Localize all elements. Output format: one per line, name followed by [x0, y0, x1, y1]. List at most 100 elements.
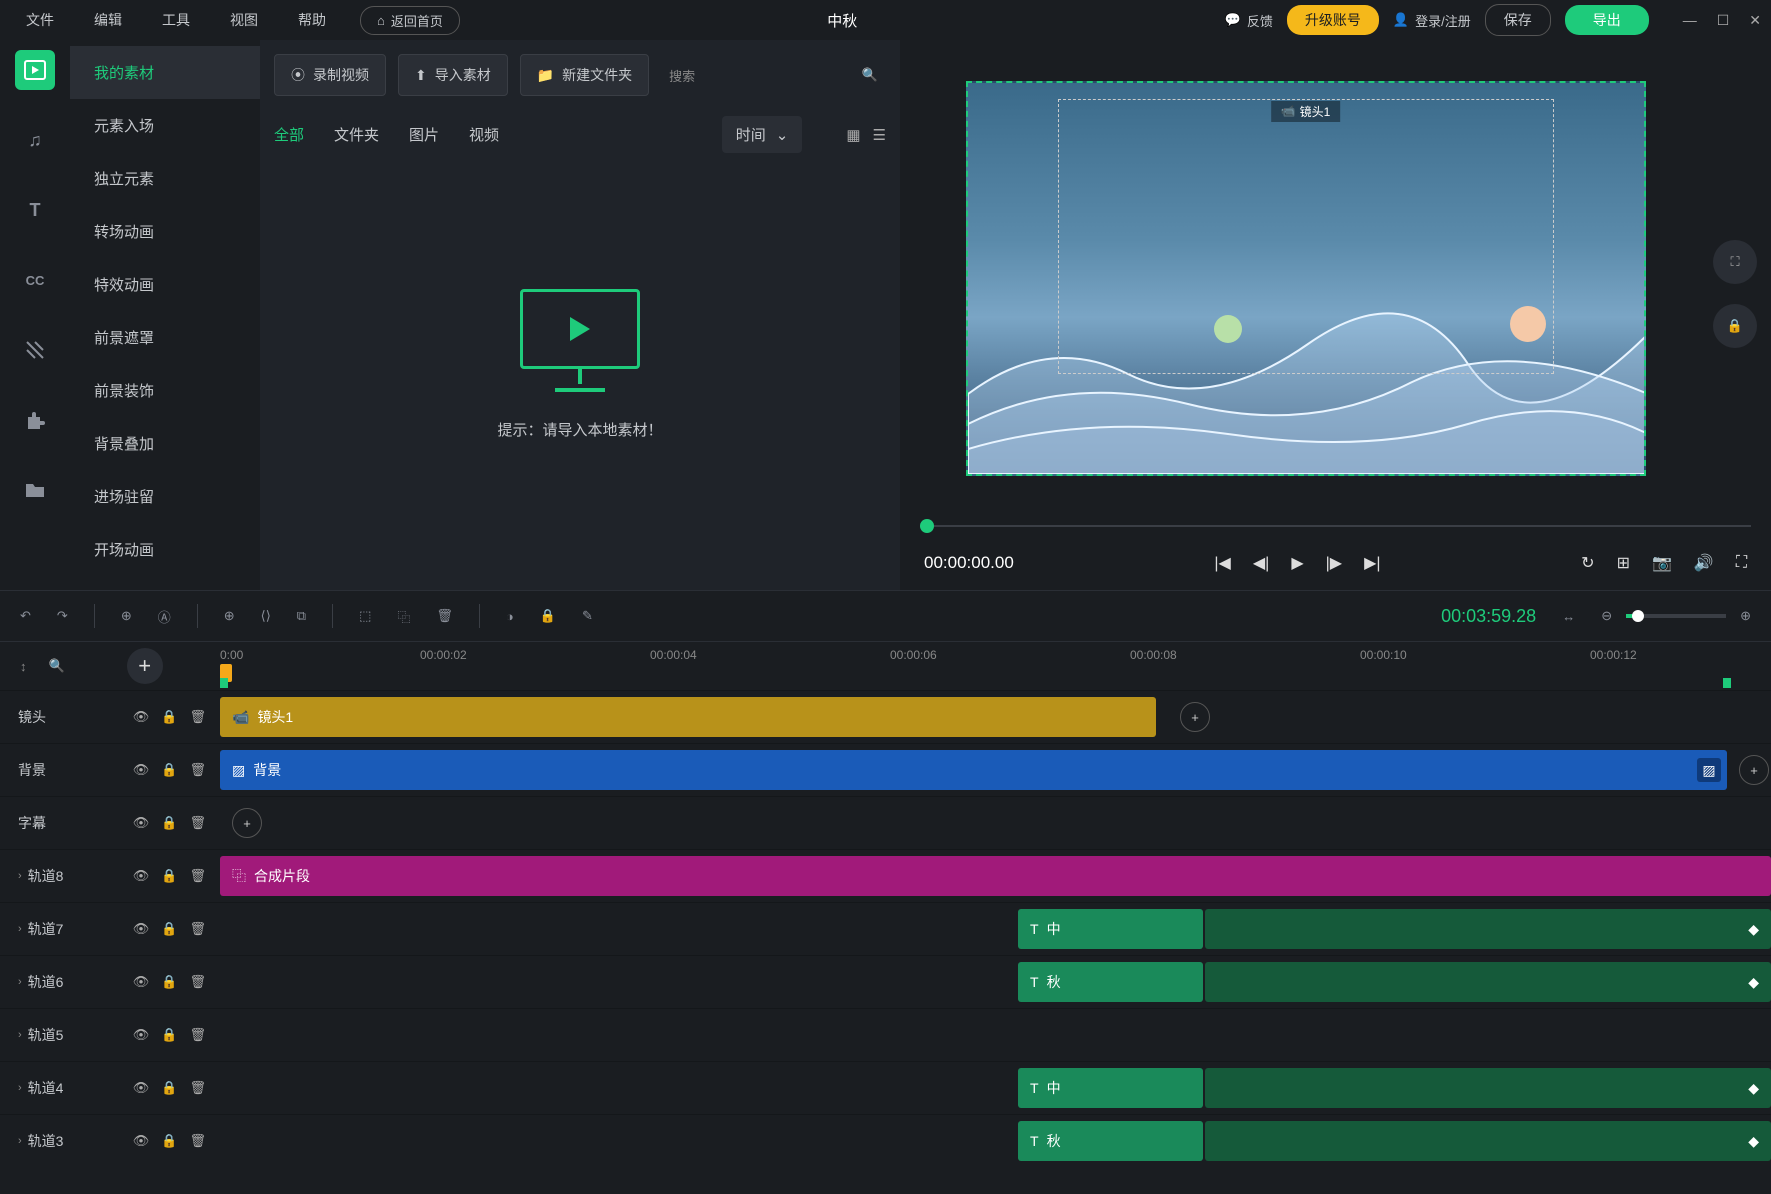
auto-button[interactable]: Ⓐ	[158, 607, 171, 626]
rail-audio[interactable]: ♫	[15, 120, 55, 160]
add-track-button[interactable]: +	[127, 648, 163, 684]
visibility-toggle[interactable]: 👁	[133, 1080, 150, 1096]
lock-toggle[interactable]: 🔒	[161, 868, 177, 884]
magnify-icon[interactable]: 🔍	[49, 658, 65, 674]
zoom-out-button[interactable]: ⊖	[1601, 608, 1612, 624]
login-button[interactable]: 👤 登录/注册	[1393, 11, 1471, 30]
lock-toggle[interactable]: 🔒	[161, 921, 177, 937]
expand-icon[interactable]: ›	[18, 923, 22, 935]
visibility-toggle[interactable]: 👁	[133, 709, 150, 725]
expand-icon[interactable]: ›	[18, 870, 22, 882]
import-button[interactable]: ⬆导入素材	[398, 54, 508, 96]
rail-plugin[interactable]	[15, 400, 55, 440]
time-ruler[interactable]: 0:00 00:00:02 00:00:04 00:00:06 00:00:08…	[220, 642, 1771, 690]
add-subtitle-clip[interactable]: +	[232, 808, 262, 838]
crop-button[interactable]: ⬚	[359, 608, 371, 624]
fullscreen-button[interactable]: ⛶	[1736, 554, 1747, 572]
fit-screen-button[interactable]: ⛶	[1713, 240, 1757, 284]
cat-standalone[interactable]: 独立元素	[70, 152, 260, 205]
lock-toggle[interactable]: 🔒	[161, 1080, 177, 1096]
play-button[interactable]: ▶	[1291, 553, 1303, 573]
rail-caption[interactable]: CC	[15, 260, 55, 300]
tab-folder[interactable]: 文件夹	[334, 124, 379, 145]
clip-t3-cont[interactable]: ◆	[1205, 1121, 1771, 1161]
scrub-handle[interactable]	[920, 519, 934, 533]
expand-icon[interactable]: ›	[18, 1135, 22, 1147]
menu-tools[interactable]: 工具	[146, 4, 206, 36]
minimize-button[interactable]: —	[1683, 12, 1697, 29]
expand-icon[interactable]: ›	[18, 976, 22, 988]
new-folder-button[interactable]: 📁新建文件夹	[520, 54, 649, 96]
clip-t7-cont[interactable]: ◆	[1205, 909, 1771, 949]
mirror-button[interactable]: ⧉	[297, 608, 306, 624]
cat-fx[interactable]: 特效动画	[70, 258, 260, 311]
target-button[interactable]: ⊕	[224, 608, 235, 624]
rail-media[interactable]	[15, 50, 55, 90]
maximize-button[interactable]: ☐	[1717, 12, 1730, 29]
record-button[interactable]: ⦿录制视频	[274, 54, 386, 96]
cat-bg-overlay[interactable]: 背景叠加	[70, 417, 260, 470]
delete-track[interactable]: 🗑	[189, 1080, 206, 1096]
visibility-toggle[interactable]: 👁	[133, 762, 150, 778]
split-button[interactable]: ⟨⟩	[261, 608, 271, 624]
visibility-toggle[interactable]: 👁	[133, 974, 150, 990]
lock-toggle[interactable]: 🔒	[161, 974, 177, 990]
visibility-toggle[interactable]: 👁	[133, 1133, 150, 1149]
add-camera-clip[interactable]: +	[1180, 702, 1210, 732]
next-frame-button[interactable]: |▶	[1326, 553, 1342, 573]
add-bg-clip[interactable]: +	[1739, 755, 1769, 785]
visibility-toggle[interactable]: 👁	[133, 921, 150, 937]
visibility-toggle[interactable]: 👁	[133, 815, 150, 831]
delete-track[interactable]: 🗑	[189, 709, 206, 725]
home-button[interactable]: ⌂ 返回首页	[360, 6, 460, 35]
zoom-in-button[interactable]: ⊕	[1740, 608, 1751, 624]
tab-image[interactable]: 图片	[409, 124, 439, 145]
lock-button[interactable]: 🔒	[1713, 304, 1757, 348]
list-view-icon[interactable]: ☰	[873, 126, 886, 144]
cursor-icon[interactable]: ↕	[20, 659, 27, 674]
cat-my-assets[interactable]: 我的素材	[70, 46, 260, 99]
visibility-toggle[interactable]: 👁	[133, 868, 150, 884]
clip-camera-1[interactable]: 📹 镜头1	[220, 697, 1156, 737]
prev-frame-button[interactable]: ◀|	[1253, 553, 1269, 573]
delete-track[interactable]: 🗑	[189, 1027, 206, 1043]
preview-frame[interactable]: 📹 镜头1	[966, 81, 1646, 476]
menu-edit[interactable]: 编辑	[78, 4, 138, 36]
clip-t6-text[interactable]: T秋	[1018, 962, 1203, 1002]
clip-t3-text[interactable]: T秋	[1018, 1121, 1203, 1161]
lock-tool-button[interactable]: 🔒	[540, 608, 556, 624]
clip-t4-cont[interactable]: ◆	[1205, 1068, 1771, 1108]
clip-background[interactable]: ▨ 背景 ▨	[220, 750, 1727, 790]
in-marker[interactable]	[220, 678, 228, 688]
lock-toggle[interactable]: 🔒	[161, 709, 177, 725]
edit-tool-button[interactable]: ✎	[582, 608, 593, 624]
copy-button[interactable]: ⿻	[397, 607, 410, 626]
redo-button[interactable]: ↷	[57, 608, 68, 624]
out-marker[interactable]	[1723, 678, 1731, 688]
feedback-button[interactable]: 💬 反馈	[1225, 11, 1273, 30]
cat-fg-mask[interactable]: 前景遮罩	[70, 311, 260, 364]
rail-pattern[interactable]	[15, 330, 55, 370]
grid-button[interactable]: ⊞	[1617, 553, 1630, 573]
preview-scrubber[interactable]	[920, 516, 1751, 536]
volume-button[interactable]: 🔊	[1694, 553, 1714, 573]
clip-t7-text[interactable]: T中	[1018, 909, 1203, 949]
cat-element-enter[interactable]: 元素入场	[70, 99, 260, 152]
visibility-toggle[interactable]: 👁	[133, 1027, 150, 1043]
fit-timeline-button[interactable]: ↔	[1562, 609, 1575, 624]
save-button[interactable]: 保存	[1485, 4, 1551, 36]
search-input[interactable]: 搜索 🔍	[661, 56, 886, 95]
clip-t6-cont[interactable]: ◆	[1205, 962, 1771, 1002]
delete-track[interactable]: 🗑	[189, 1133, 206, 1149]
lock-toggle[interactable]: 🔒	[161, 762, 177, 778]
delete-track[interactable]: 🗑	[189, 815, 206, 831]
undo-button[interactable]: ↶	[20, 608, 31, 624]
lock-toggle[interactable]: 🔒	[161, 1027, 177, 1043]
clip-t4-text[interactable]: T中	[1018, 1068, 1203, 1108]
cat-opening[interactable]: 开场动画	[70, 523, 260, 576]
menu-file[interactable]: 文件	[10, 4, 70, 36]
delete-button[interactable]: 🗑	[436, 608, 453, 624]
loop-button[interactable]: ↻	[1581, 553, 1594, 573]
upgrade-button[interactable]: 升级账号	[1287, 5, 1379, 35]
tab-video[interactable]: 视频	[469, 124, 499, 145]
